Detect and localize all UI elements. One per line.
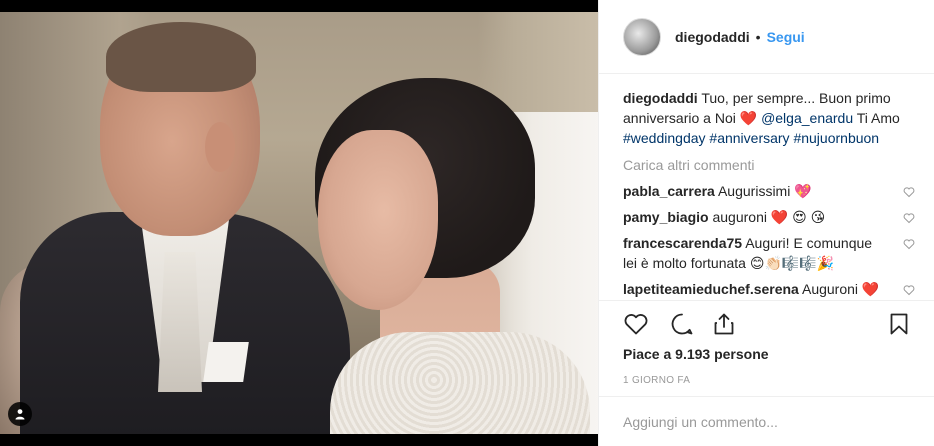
comment-username[interactable]: pamy_biagio xyxy=(623,209,709,225)
post-actions-bar xyxy=(599,300,934,346)
comment-text: Auguroni ❤️ xyxy=(801,281,880,297)
user-tag-icon[interactable] xyxy=(8,402,32,426)
post-side-panel: diegodaddi • Segui diegodaddi Tuo, per s… xyxy=(598,0,934,446)
comment-username[interactable]: francescarenda75 xyxy=(623,235,742,251)
comment-item: lapetiteamieduchef.serena Auguroni ❤️ xyxy=(623,279,919,298)
comment-item: francescarenda75 Auguri! E comunque lei … xyxy=(623,233,919,273)
hashtag-nujuornbuon[interactable]: #nujuornbuon xyxy=(793,130,879,146)
comments-list[interactable]: diegodaddi Tuo, per sempre... Buon primo… xyxy=(623,88,919,298)
comment-username[interactable]: pabla_carrera xyxy=(623,183,715,199)
comment-username[interactable]: lapetiteamieduchef.serena xyxy=(623,281,799,297)
hashtag-weddingday[interactable]: #weddingday xyxy=(623,130,706,146)
heart-outline-icon[interactable] xyxy=(623,311,649,337)
load-more-comments-button[interactable]: Carica altri commenti xyxy=(623,155,919,175)
caption-mention[interactable]: @elga_enardu xyxy=(761,110,853,126)
bookmark-icon[interactable] xyxy=(886,311,912,337)
comment-item: pabla_carrera Augurissimi 💖 xyxy=(623,181,919,201)
post-header: diegodaddi • Segui xyxy=(599,0,934,74)
hashtag-anniversary[interactable]: #anniversary xyxy=(709,130,789,146)
comment-like-icon[interactable] xyxy=(903,186,915,198)
add-comment-section xyxy=(599,396,934,446)
header-username[interactable]: diegodaddi xyxy=(675,29,750,45)
comment-like-icon[interactable] xyxy=(903,238,915,250)
comment-bubble-icon[interactable] xyxy=(669,311,695,337)
comment-text: Augurissimi 💖 xyxy=(717,183,812,199)
caption-username[interactable]: diegodaddi xyxy=(623,90,698,106)
post-timestamp: 1 GIORNO FA xyxy=(623,375,691,386)
likes-count[interactable]: Piace a 9.193 persone xyxy=(623,346,769,362)
header-separator: • xyxy=(755,28,761,45)
avatar[interactable] xyxy=(623,17,661,56)
share-upload-icon[interactable] xyxy=(711,311,737,337)
follow-button[interactable]: Segui xyxy=(767,29,805,45)
caption-text-2: Ti Amo xyxy=(856,110,900,126)
comment-item: pamy_biagio auguroni ❤️ 😍 😘 xyxy=(623,207,919,227)
post-caption: diegodaddi Tuo, per sempre... Buon primo… xyxy=(623,88,913,148)
comment-like-icon[interactable] xyxy=(903,212,915,224)
comment-input[interactable] xyxy=(623,413,903,430)
comment-text: auguroni ❤️ 😍 😘 xyxy=(712,209,826,225)
caption-heart-emoji: ❤️ xyxy=(739,110,758,126)
wedding-photo xyxy=(0,12,598,434)
comment-like-icon[interactable] xyxy=(903,284,915,296)
post-media[interactable] xyxy=(0,0,598,446)
